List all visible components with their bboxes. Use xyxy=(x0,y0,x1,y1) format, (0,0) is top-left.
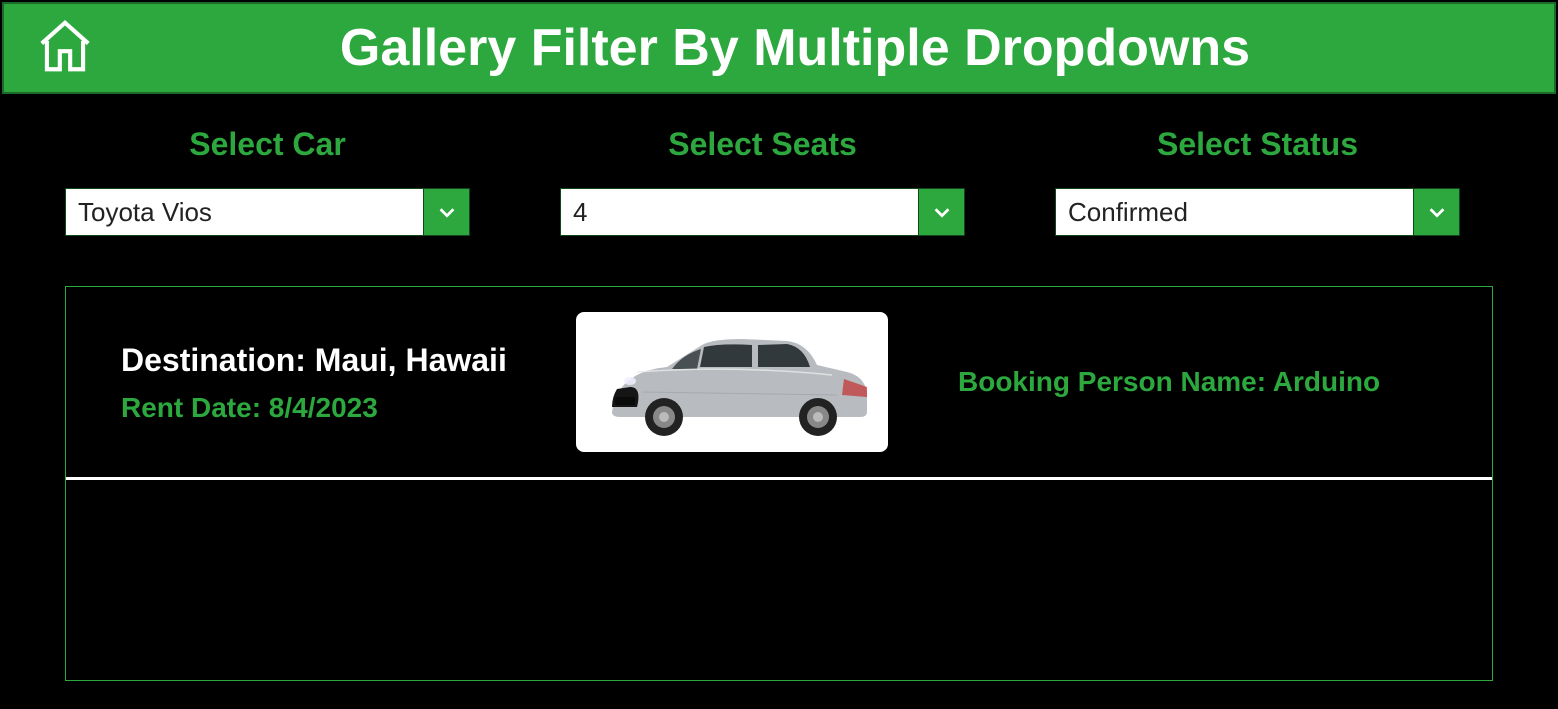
car-image xyxy=(576,312,888,452)
chevron-down-icon xyxy=(423,189,469,235)
filter-seats: Select Seats 4 xyxy=(560,126,965,236)
page-title: Gallery Filter By Multiple Dropdowns xyxy=(116,18,1554,78)
content-area: Select Car Toyota Vios Select Seats 4 Se… xyxy=(0,96,1558,681)
seats-dropdown-value: 4 xyxy=(561,189,918,235)
filter-car: Select Car Toyota Vios xyxy=(65,126,470,236)
car-dropdown[interactable]: Toyota Vios xyxy=(65,188,470,236)
gallery-panel: Destination: Maui, Hawaii Rent Date: 8/4… xyxy=(65,286,1493,681)
filter-status-label: Select Status xyxy=(1157,126,1358,163)
filters-row: Select Car Toyota Vios Select Seats 4 Se… xyxy=(65,126,1493,236)
chevron-down-icon xyxy=(1413,189,1459,235)
car-dropdown-value: Toyota Vios xyxy=(66,189,423,235)
seats-dropdown[interactable]: 4 xyxy=(560,188,965,236)
filter-seats-label: Select Seats xyxy=(668,126,857,163)
filter-car-label: Select Car xyxy=(189,126,346,163)
header-bar: Gallery Filter By Multiple Dropdowns xyxy=(2,2,1556,94)
home-icon[interactable] xyxy=(34,15,96,82)
booking-person-text: Booking Person Name: Arduino xyxy=(958,366,1380,398)
rent-date-text: Rent Date: 8/4/2023 xyxy=(121,392,536,424)
chevron-down-icon xyxy=(918,189,964,235)
gallery-row[interactable]: Destination: Maui, Hawaii Rent Date: 8/4… xyxy=(66,287,1492,480)
status-dropdown[interactable]: Confirmed xyxy=(1055,188,1460,236)
status-dropdown-value: Confirmed xyxy=(1056,189,1413,235)
destination-column: Destination: Maui, Hawaii Rent Date: 8/4… xyxy=(121,340,536,424)
filter-status: Select Status Confirmed xyxy=(1055,126,1460,236)
destination-text: Destination: Maui, Hawaii xyxy=(121,340,536,382)
